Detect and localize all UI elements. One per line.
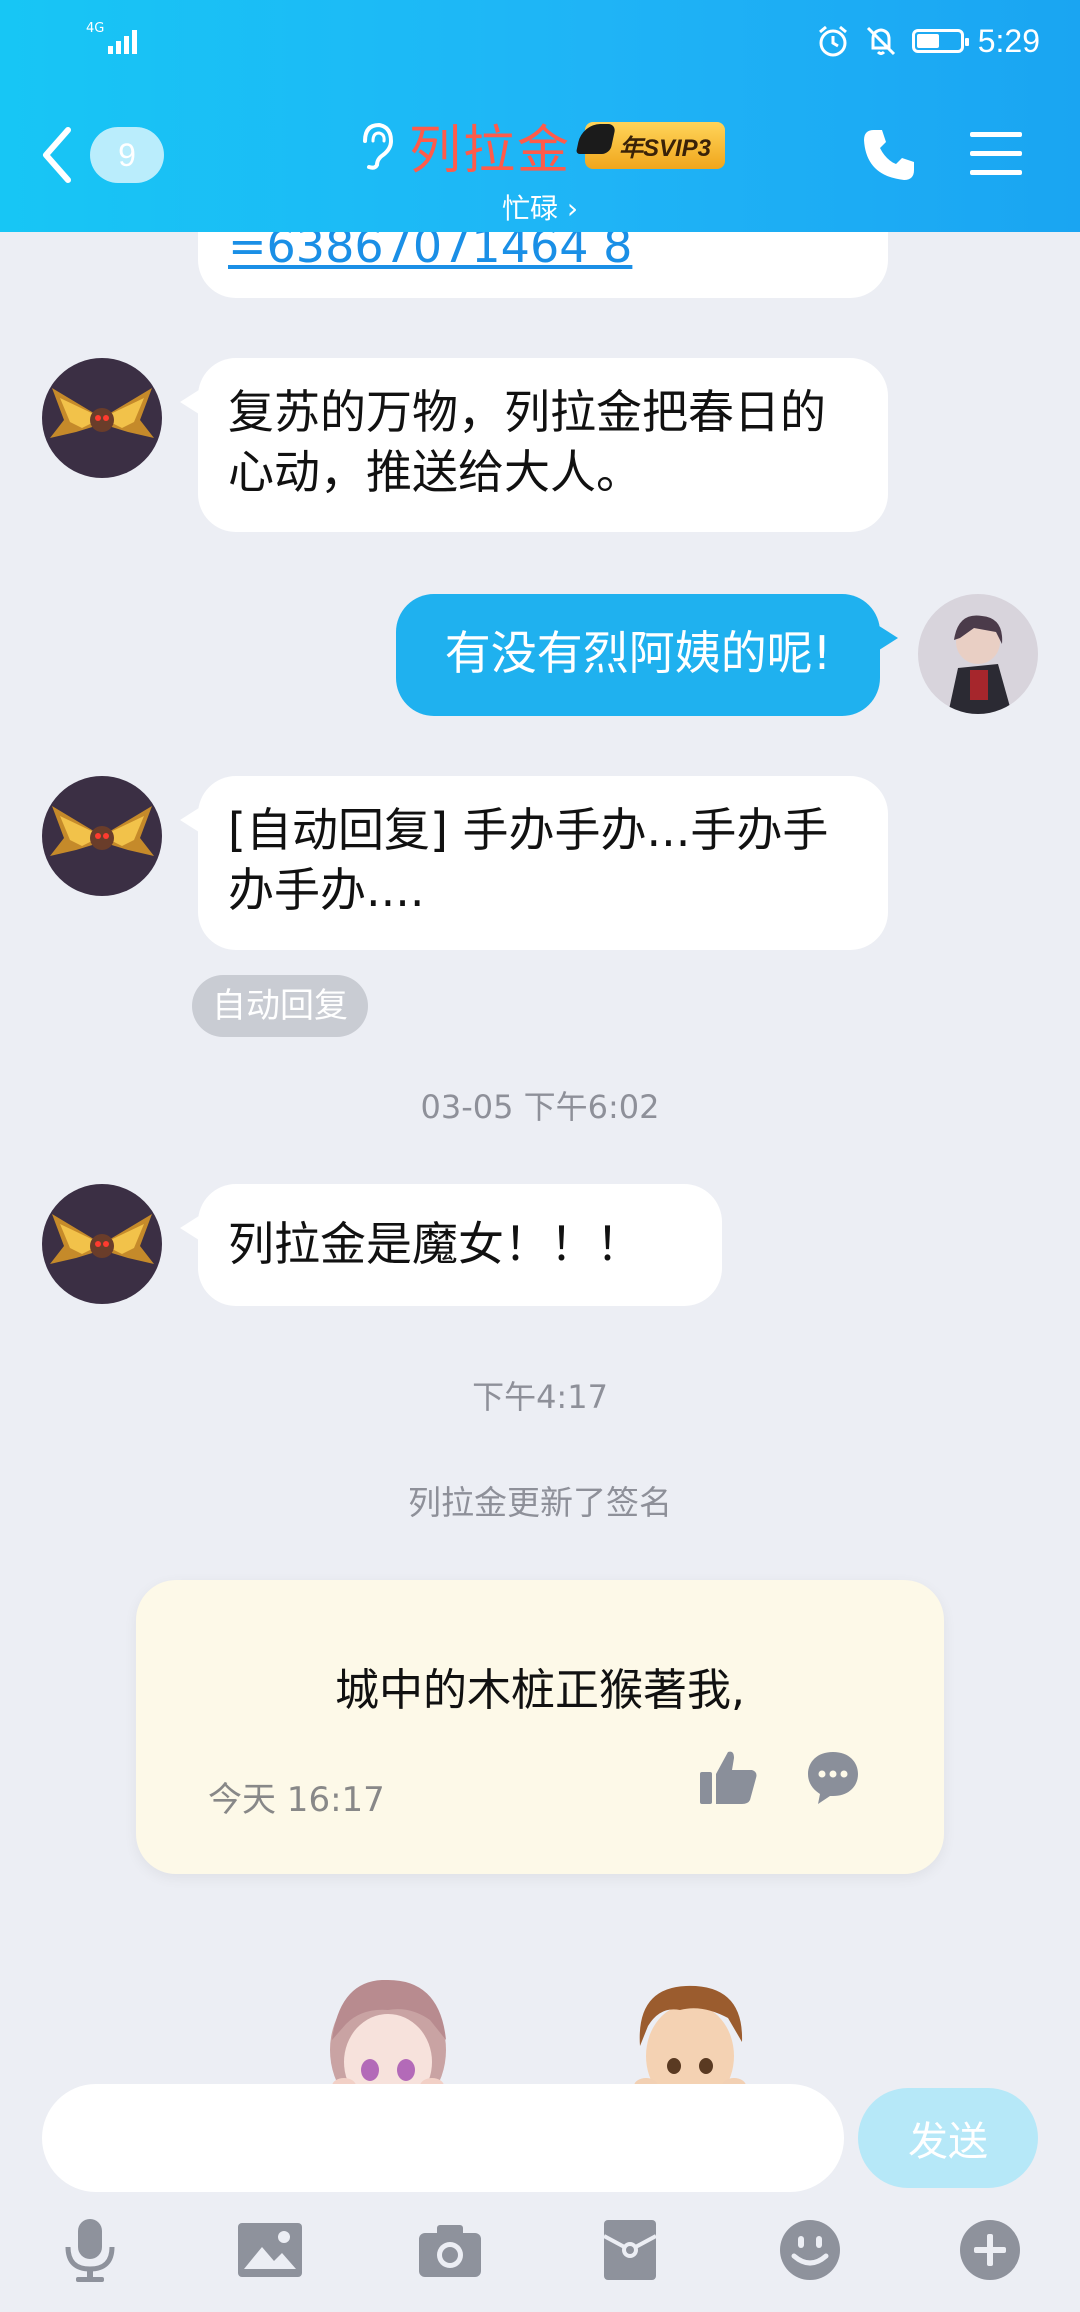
message-bubble-incoming[interactable]: 复苏的万物，列拉金把春日的心动，推送给大人。 bbox=[180, 358, 888, 532]
message-bubble-incoming[interactable]: [自动回复] 手办手办...手办手办手办.... bbox=[180, 776, 888, 950]
network-type: 4G bbox=[86, 21, 105, 36]
phone-call-icon[interactable] bbox=[860, 126, 918, 184]
chat-header: 4G 5:29 9 列拉金 年SVIP3 忙碌 › bbox=[0, 0, 1080, 232]
comment-icon[interactable] bbox=[804, 1748, 862, 1806]
timestamp: 03-05 下午6:02 bbox=[420, 1088, 660, 1126]
status-bar: 4G 5:29 bbox=[0, 18, 1080, 64]
contact-status: 忙碌 › bbox=[501, 192, 579, 225]
voice-button[interactable] bbox=[50, 2210, 130, 2290]
message-text: 有没有烈阿姨的呢! bbox=[444, 626, 832, 680]
camera-button[interactable] bbox=[410, 2210, 490, 2290]
send-button[interactable]: 发送 bbox=[858, 2088, 1038, 2188]
input-bar: 发送 bbox=[0, 2084, 1080, 2200]
red-packet-icon bbox=[603, 2220, 657, 2280]
more-button[interactable] bbox=[950, 2210, 1030, 2290]
contact-title-area[interactable]: 列拉金 年SVIP3 忙碌 › bbox=[0, 108, 1080, 227]
red-packet-button[interactable] bbox=[590, 2210, 670, 2290]
auto-reply-tag: 自动回复 bbox=[192, 975, 368, 1037]
image-icon bbox=[238, 2223, 302, 2277]
contact-avatar[interactable] bbox=[42, 358, 162, 478]
chat-toolbar bbox=[0, 2210, 1080, 2300]
message-bubble-incoming[interactable]: 列拉金是魔女！！！ bbox=[180, 1184, 722, 1306]
microphone-icon bbox=[65, 2219, 115, 2282]
message-input[interactable] bbox=[42, 2084, 844, 2192]
emoji-icon bbox=[780, 2220, 840, 2280]
signature-date: 今天 16:17 bbox=[208, 1780, 385, 1820]
message-text: 列拉金是魔女！！！ bbox=[228, 1217, 642, 1271]
peeking-characters bbox=[0, 1970, 1080, 2090]
emoji-button[interactable] bbox=[770, 2210, 850, 2290]
signature-card[interactable]: 城中的木桩正猴著我, 今天 16:17 bbox=[136, 1580, 944, 1874]
menu-icon[interactable] bbox=[968, 128, 1024, 180]
character-illustration bbox=[330, 1979, 746, 2090]
alarm-icon bbox=[818, 25, 847, 57]
status-time: 5:29 bbox=[977, 22, 1040, 59]
message-bubble-outgoing[interactable]: 有没有烈阿姨的呢! bbox=[396, 594, 898, 716]
user-avatar[interactable] bbox=[918, 594, 1038, 714]
image-button[interactable] bbox=[230, 2210, 310, 2290]
signal-bars-icon bbox=[108, 30, 137, 54]
message-text: 复苏的万物，列拉金把春日的心动，推送给大人。 bbox=[228, 385, 826, 499]
timestamp: 下午4:17 bbox=[472, 1378, 608, 1416]
mute-bell-icon bbox=[866, 26, 895, 56]
contact-name: 列拉金 bbox=[408, 121, 571, 181]
svip-badge[interactable]: 年SVIP3 bbox=[584, 122, 726, 169]
plus-icon bbox=[960, 2220, 1020, 2280]
message-text: [自动回复] 手办手办...手办手办手办.... bbox=[228, 803, 829, 917]
thumbs-up-icon[interactable] bbox=[698, 1746, 760, 1808]
system-notice: 列拉金更新了签名 bbox=[408, 1483, 672, 1522]
signature-text: 城中的木桩正猴著我, bbox=[335, 1665, 745, 1716]
battery-icon bbox=[911, 29, 969, 53]
signal-indicator: 4G bbox=[86, 22, 142, 56]
contact-avatar[interactable] bbox=[42, 1184, 162, 1304]
ear-icon bbox=[362, 122, 393, 170]
camera-icon bbox=[419, 2225, 481, 2277]
contact-avatar[interactable] bbox=[42, 776, 162, 896]
